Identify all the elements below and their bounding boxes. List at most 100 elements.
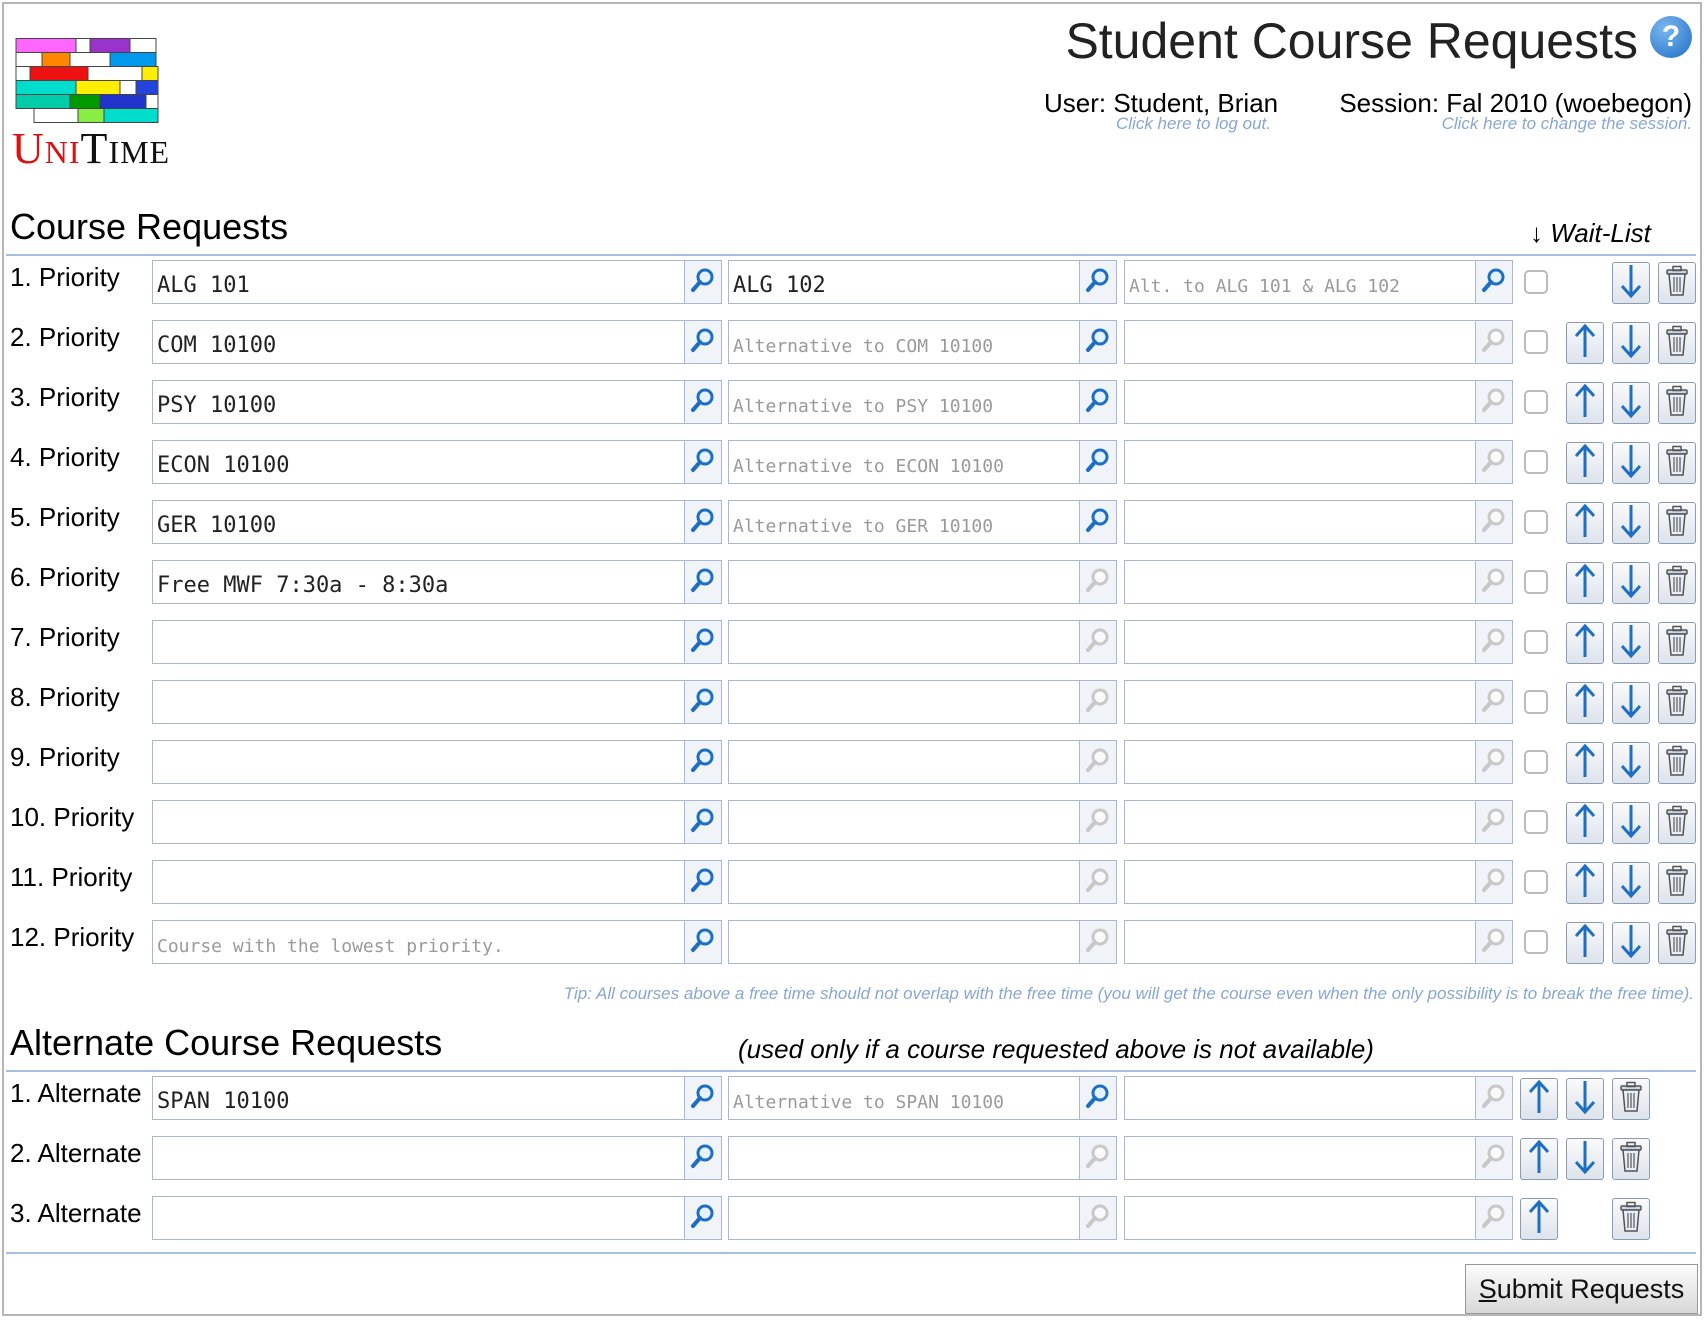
course-input[interactable] <box>152 560 684 604</box>
course-search-button[interactable] <box>684 800 722 844</box>
delete-button[interactable] <box>1612 1198 1650 1240</box>
second-alternative-input[interactable] <box>1124 860 1475 904</box>
move-up-button[interactable] <box>1520 1078 1558 1120</box>
second-alternative-input[interactable] <box>1124 1076 1475 1120</box>
move-down-button[interactable] <box>1566 1078 1604 1120</box>
delete-button[interactable] <box>1612 1078 1650 1120</box>
first-alternative-input[interactable] <box>728 260 1079 304</box>
move-down-button[interactable] <box>1612 502 1650 544</box>
course-input[interactable] <box>152 860 684 904</box>
waitlist-checkbox[interactable] <box>1524 930 1548 954</box>
delete-button[interactable] <box>1658 862 1696 904</box>
first-alternative-input[interactable] <box>728 740 1079 784</box>
course-input[interactable] <box>152 260 684 304</box>
delete-button[interactable] <box>1658 382 1696 424</box>
delete-button[interactable] <box>1658 262 1696 304</box>
first-alternative-search-button[interactable] <box>1079 440 1117 484</box>
waitlist-checkbox[interactable] <box>1524 630 1548 654</box>
second-alternative-input[interactable] <box>1124 320 1475 364</box>
course-search-button[interactable] <box>684 260 722 304</box>
move-up-button[interactable] <box>1566 682 1604 724</box>
move-down-button[interactable] <box>1566 1138 1604 1180</box>
waitlist-checkbox[interactable] <box>1524 390 1548 414</box>
delete-button[interactable] <box>1658 742 1696 784</box>
second-alternative-input[interactable] <box>1124 920 1475 964</box>
move-up-button[interactable] <box>1566 922 1604 964</box>
course-input[interactable] <box>152 920 684 964</box>
course-search-button[interactable] <box>684 860 722 904</box>
course-search-button[interactable] <box>684 500 722 544</box>
delete-button[interactable] <box>1658 562 1696 604</box>
course-search-button[interactable] <box>684 380 722 424</box>
first-alternative-input[interactable] <box>728 560 1079 604</box>
second-alternative-input[interactable] <box>1124 740 1475 784</box>
course-search-button[interactable] <box>684 1196 722 1240</box>
move-up-button[interactable] <box>1566 622 1604 664</box>
move-up-button[interactable] <box>1566 382 1604 424</box>
change-session-link[interactable]: Click here to change the session. <box>1442 114 1692 134</box>
move-down-button[interactable] <box>1612 262 1650 304</box>
second-alternative-input[interactable] <box>1124 1196 1475 1240</box>
second-alternative-search-button[interactable] <box>1475 260 1513 304</box>
waitlist-checkbox[interactable] <box>1524 810 1548 834</box>
course-search-button[interactable] <box>684 560 722 604</box>
logout-link[interactable]: Click here to log out. <box>1116 114 1271 134</box>
first-alternative-input[interactable] <box>728 800 1079 844</box>
move-up-button[interactable] <box>1566 562 1604 604</box>
course-search-button[interactable] <box>684 680 722 724</box>
delete-button[interactable] <box>1658 922 1696 964</box>
first-alternative-search-button[interactable] <box>1079 320 1117 364</box>
move-up-button[interactable] <box>1520 1138 1558 1180</box>
move-up-button[interactable] <box>1566 442 1604 484</box>
move-down-button[interactable] <box>1612 562 1650 604</box>
course-search-button[interactable] <box>684 320 722 364</box>
course-search-button[interactable] <box>684 620 722 664</box>
waitlist-checkbox[interactable] <box>1524 450 1548 474</box>
move-down-button[interactable] <box>1612 442 1650 484</box>
first-alternative-input[interactable] <box>728 1076 1079 1120</box>
move-down-button[interactable] <box>1612 742 1650 784</box>
first-alternative-input[interactable] <box>728 680 1079 724</box>
course-input[interactable] <box>152 740 684 784</box>
move-up-button[interactable] <box>1566 802 1604 844</box>
course-search-button[interactable] <box>684 920 722 964</box>
first-alternative-input[interactable] <box>728 620 1079 664</box>
course-input[interactable] <box>152 680 684 724</box>
course-input[interactable] <box>152 1076 684 1120</box>
delete-button[interactable] <box>1658 682 1696 724</box>
move-down-button[interactable] <box>1612 382 1650 424</box>
second-alternative-input[interactable] <box>1124 260 1475 304</box>
course-input[interactable] <box>152 620 684 664</box>
second-alternative-input[interactable] <box>1124 560 1475 604</box>
course-search-button[interactable] <box>684 1136 722 1180</box>
first-alternative-input[interactable] <box>728 860 1079 904</box>
move-up-button[interactable] <box>1566 322 1604 364</box>
move-down-button[interactable] <box>1612 802 1650 844</box>
move-up-button[interactable] <box>1566 742 1604 784</box>
second-alternative-input[interactable] <box>1124 680 1475 724</box>
move-up-button[interactable] <box>1566 502 1604 544</box>
first-alternative-input[interactable] <box>728 440 1079 484</box>
waitlist-checkbox[interactable] <box>1524 270 1548 294</box>
course-input[interactable] <box>152 1196 684 1240</box>
second-alternative-input[interactable] <box>1124 800 1475 844</box>
delete-button[interactable] <box>1658 502 1696 544</box>
move-up-button[interactable] <box>1520 1198 1558 1240</box>
course-search-button[interactable] <box>684 740 722 784</box>
waitlist-checkbox[interactable] <box>1524 570 1548 594</box>
second-alternative-input[interactable] <box>1124 1136 1475 1180</box>
submit-requests-button[interactable]: Submit Requests <box>1465 1264 1698 1314</box>
course-input[interactable] <box>152 500 684 544</box>
first-alternative-search-button[interactable] <box>1079 380 1117 424</box>
delete-button[interactable] <box>1612 1138 1650 1180</box>
move-down-button[interactable] <box>1612 922 1650 964</box>
delete-button[interactable] <box>1658 322 1696 364</box>
waitlist-checkbox[interactable] <box>1524 750 1548 774</box>
course-input[interactable] <box>152 320 684 364</box>
delete-button[interactable] <box>1658 622 1696 664</box>
second-alternative-input[interactable] <box>1124 380 1475 424</box>
waitlist-checkbox[interactable] <box>1524 510 1548 534</box>
course-search-button[interactable] <box>684 440 722 484</box>
first-alternative-input[interactable] <box>728 1196 1079 1240</box>
first-alternative-search-button[interactable] <box>1079 260 1117 304</box>
